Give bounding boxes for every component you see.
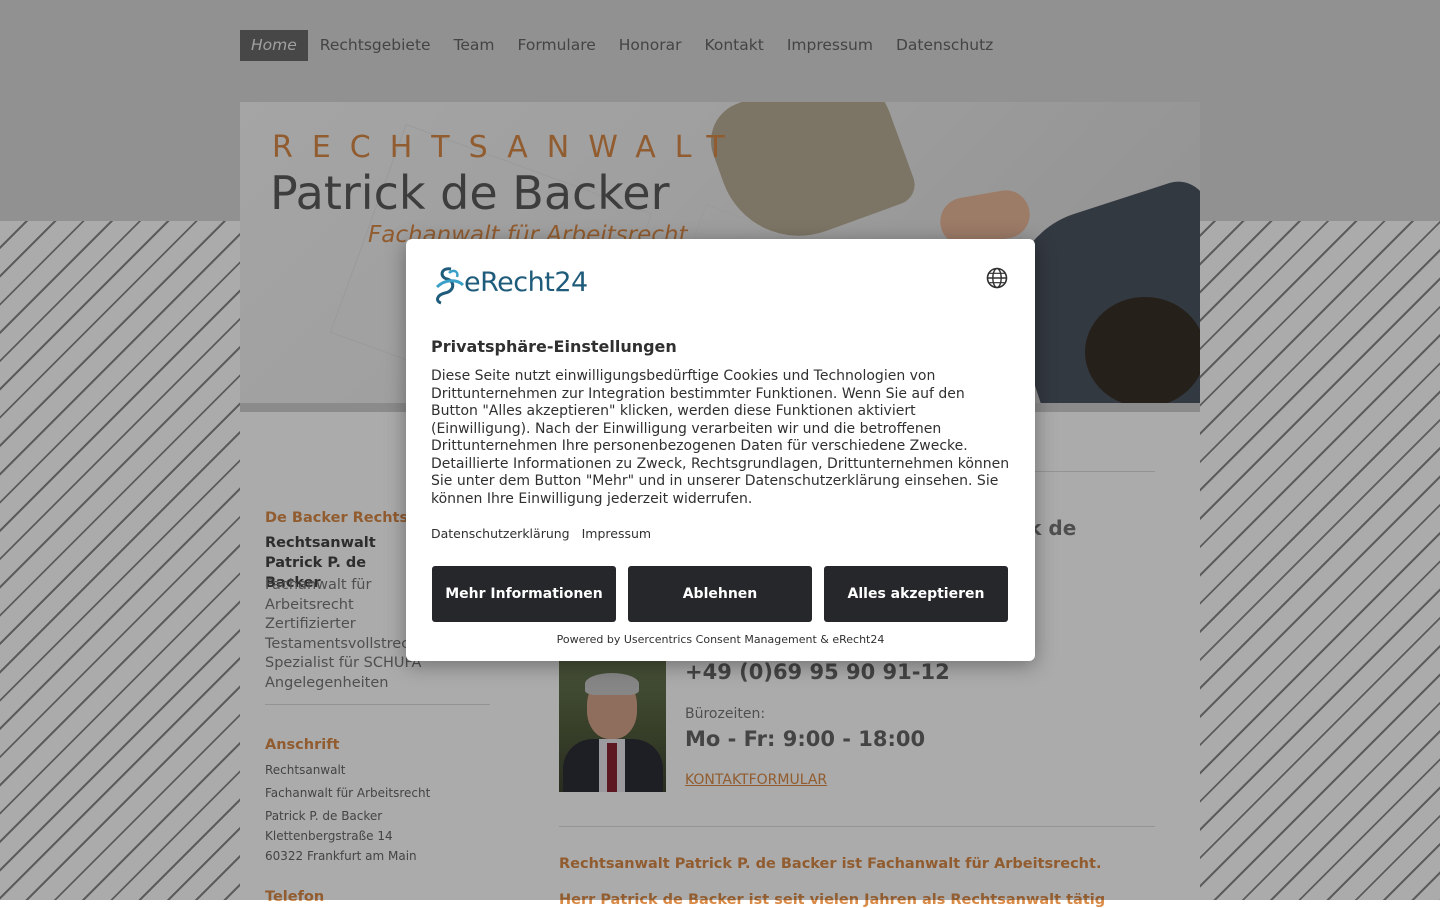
powered-by-text: Powered by Usercentrics Consent Manageme… [556, 633, 885, 646]
accept-all-button[interactable]: Alles akzeptieren [824, 566, 1008, 622]
consent-title: Privatsphäre-Einstellungen [431, 337, 677, 356]
consent-text: Diese Seite nutzt einwilligungsbedürftig… [431, 368, 1010, 507]
consent-links: Datenschutzerklärung Impressum [431, 526, 651, 541]
erecht24-logo: eRecht24 [431, 265, 596, 305]
more-info-button[interactable]: Mehr Informationen [432, 566, 616, 622]
privacy-policy-link[interactable]: Datenschutzerklärung [431, 526, 570, 541]
consent-dialog: eRecht24 Privatsphäre-Einstellungen Dies… [406, 239, 1035, 661]
language-globe-icon[interactable] [986, 267, 1008, 289]
deny-button[interactable]: Ablehnen [628, 566, 812, 622]
logo-text: eRecht24 [464, 267, 588, 298]
erecht24-logo-icon [435, 267, 465, 305]
imprint-link[interactable]: Impressum [582, 526, 651, 541]
